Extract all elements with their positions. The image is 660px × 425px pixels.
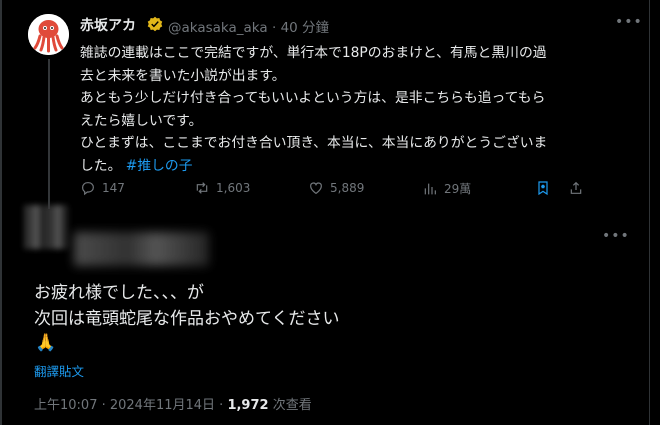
reply-metadata: 上午10:07 · 2024年11月14日 · 1,972 次查看: [34, 394, 312, 413]
tweet-body: 雑誌の連載はここで完結ですが、単行本で18Pのおまけと、有馬と黒川の過 去と未来…: [80, 45, 548, 174]
folded-hands-icon: 🙏: [35, 333, 57, 353]
tweet-actions: 147 1,603 5,889 29萬: [80, 180, 600, 202]
bookmark-button[interactable]: [535, 180, 551, 196]
thread-line: [48, 59, 50, 209]
right-border: [649, 0, 650, 425]
repost-icon: [196, 182, 208, 194]
reply-view-count: 1,972: [227, 398, 269, 413]
bookmark-icon: [538, 181, 548, 196]
hashtag-link[interactable]: #推しの子: [126, 158, 193, 174]
reply-button[interactable]: 147: [80, 180, 125, 196]
reply-count: 147: [102, 181, 125, 195]
reply-author-blurred: [74, 232, 209, 266]
reply-more-options-icon[interactable]: •••: [602, 228, 630, 244]
heart-icon: [310, 182, 322, 195]
separator: ·: [271, 20, 277, 36]
reply-view-label: 次查看: [268, 398, 312, 413]
reply-text: お疲れ様でした、、、が 次回は竜頭蛇尾な作品おやめてください: [34, 283, 340, 329]
post-time[interactable]: 40 分鐘: [281, 20, 329, 36]
share-button[interactable]: [568, 180, 584, 196]
avatar[interactable]: [28, 14, 69, 55]
octopus-avatar-icon: [28, 14, 69, 55]
repost-button[interactable]: 1,603: [194, 180, 250, 196]
reply-icon: [82, 182, 94, 196]
more-options-icon[interactable]: •••: [615, 14, 643, 30]
author-handle-time: @akasaka_aka · 40 分鐘: [168, 16, 329, 36]
analytics-icon: [424, 183, 436, 194]
like-button[interactable]: 5,889: [308, 180, 364, 196]
reply-avatar-blurred[interactable]: [24, 205, 68, 249]
views-button[interactable]: 29萬: [422, 180, 471, 197]
left-border: [0, 0, 2, 425]
like-count: 5,889: [330, 181, 365, 195]
translate-post-link[interactable]: 翻譯貼文: [34, 361, 84, 380]
tweet-text: 雑誌の連載はここで完結ですが、単行本で18Pのおまけと、有馬と黒川の過 去と未来…: [80, 42, 640, 178]
verified-badge-icon[interactable]: [147, 16, 163, 32]
author-handle[interactable]: @akasaka_aka: [168, 20, 268, 36]
share-icon: [570, 181, 582, 194]
reply-timestamp[interactable]: 上午10:07 · 2024年11月14日 ·: [34, 398, 227, 413]
repost-count: 1,603: [216, 181, 251, 195]
view-count: 29萬: [444, 182, 472, 196]
author-name[interactable]: 赤坂アカ: [80, 15, 136, 35]
